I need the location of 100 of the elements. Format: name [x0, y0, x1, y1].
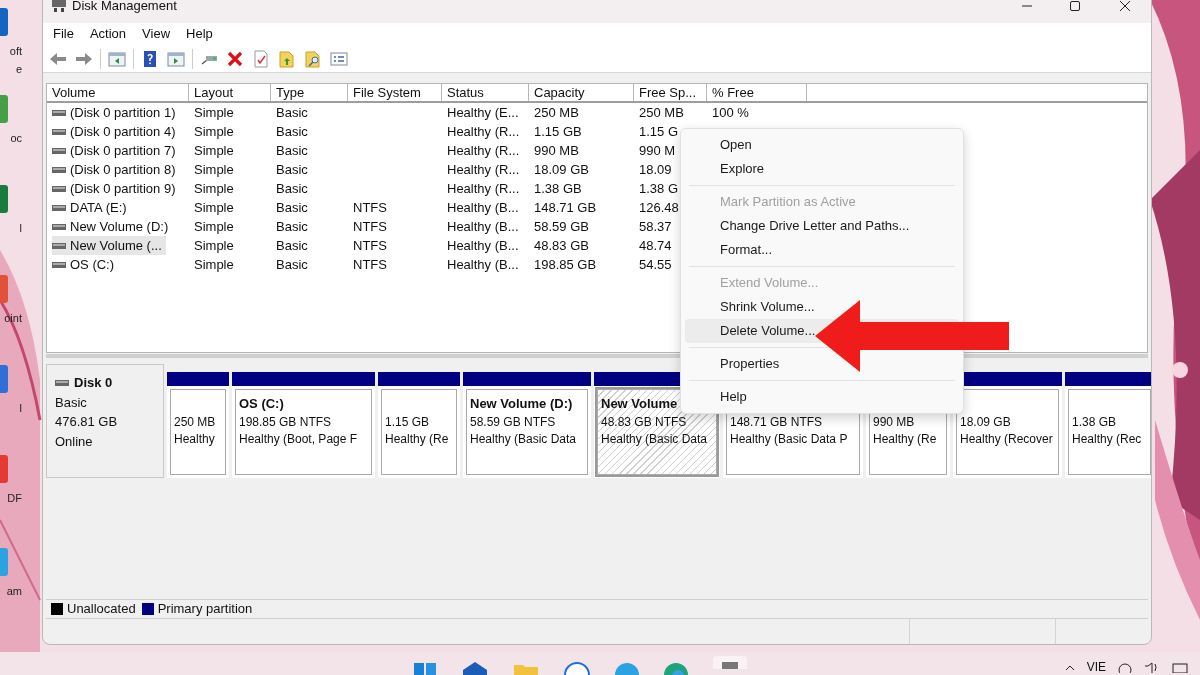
partition-size: 48.83 GB NTFS: [601, 414, 687, 431]
start-icon[interactable]: [413, 662, 437, 675]
disk-name: Disk 0: [74, 374, 113, 392]
drive-icon: [52, 242, 66, 249]
partition-block[interactable]: 18.09 GB Healthy (Recover: [953, 372, 1062, 478]
table-cell-text: NTFS: [353, 255, 387, 274]
table-cell-text: Healthy (R...: [447, 160, 520, 179]
partition-status: Healthy (Re: [873, 431, 937, 448]
table-cell-text: Simple: [194, 141, 234, 160]
drive-icon: [52, 166, 66, 173]
network-icon[interactable]: [1118, 661, 1132, 673]
menu-item[interactable]: Explore: [720, 159, 765, 179]
partition-status: Healthy (Boot, Page F: [239, 431, 358, 448]
partition-name: OS (C:): [239, 395, 284, 412]
table-cell-text: Healthy (B...: [447, 255, 519, 274]
desktop-icon-label: oc: [10, 131, 22, 146]
desktop-icon-label: oint: [4, 311, 22, 326]
partition-block[interactable]: 1.15 GB Healthy (Re: [378, 372, 460, 478]
table-cell-text: Basic: [276, 198, 308, 217]
column-header[interactable]: Type: [271, 84, 348, 101]
column-header[interactable]: Volume: [47, 84, 189, 101]
partition-name: New Volume (D:): [470, 395, 573, 412]
disk-management-icon: [721, 661, 739, 669]
table-cell-text: 58.59 GB: [534, 217, 589, 236]
partition-block[interactable]: 250 MB Healthy: [167, 372, 229, 478]
checked-document-icon[interactable]: [251, 48, 271, 69]
column-header[interactable]: Free Sp...: [634, 84, 707, 101]
menu-bar-item[interactable]: Action: [81, 23, 135, 45]
partition-name: New Volume: [601, 395, 678, 412]
drive-icon: [52, 204, 66, 211]
table-cell-text: Basic: [276, 179, 308, 198]
volume-name[interactable]: (Disk 0 partition 8): [52, 159, 180, 180]
drive-icon: [52, 109, 66, 116]
menu-item[interactable]: Help: [720, 387, 747, 407]
desktop-icon-label: DF: [7, 491, 22, 506]
partition-status: Healthy (Re: [385, 431, 449, 448]
partition-size: 990 MB: [873, 414, 915, 431]
column-header[interactable]: File System: [348, 84, 442, 101]
language-indicator[interactable]: VIE: [1086, 660, 1106, 674]
column-header[interactable]: Capacity: [529, 84, 634, 101]
volume-name[interactable]: DATA (E:): [52, 197, 131, 218]
table-cell-text: Basic: [276, 141, 308, 160]
taskbar-app-button[interactable]: [713, 656, 747, 669]
folder-search-icon[interactable]: [303, 48, 323, 69]
disk-status: Online: [55, 432, 94, 451]
partition-block[interactable]: OS (C:) 198.85 GB NTFS Healthy (Boot, Page F: [232, 372, 375, 478]
disk-info-panel[interactable]: Disk 0 Basic 476.81 GB Online: [46, 364, 164, 478]
table-cell-text: Healthy (R...: [447, 122, 520, 141]
menu-item[interactable]: Open: [720, 135, 752, 155]
column-header[interactable]: % Free: [707, 84, 807, 101]
battery-icon[interactable]: [1172, 661, 1190, 673]
column-header[interactable]: Layout: [189, 84, 271, 101]
disk-type: Basic: [55, 393, 88, 412]
table-cell-text: Basic: [276, 160, 308, 179]
table-cell-text: Healthy (R...: [447, 179, 520, 198]
menu-bar-item[interactable]: View: [134, 23, 179, 45]
volume-name[interactable]: OS (C:): [52, 254, 119, 275]
disk-size: 476.81 GB: [55, 413, 119, 431]
menu-item[interactable]: Change Drive Letter and Paths...: [720, 216, 910, 236]
partition-size: 58.59 GB NTFS: [470, 414, 556, 431]
menu-item[interactable]: Format...: [720, 240, 772, 260]
table-cell-text: Basic: [276, 122, 308, 141]
folder-up-icon[interactable]: [277, 48, 297, 69]
volume-name[interactable]: (Disk 0 partition 9): [52, 178, 180, 199]
drive-icon: [52, 223, 66, 230]
partition-status: Healthy (Basic Data P: [730, 431, 848, 448]
maximize-icon: [1070, 1, 1080, 11]
partition-block[interactable]: 1.38 GB Healthy (Rec: [1065, 372, 1151, 478]
speaker-icon[interactable]: [1144, 661, 1160, 673]
chat-icon[interactable]: [564, 662, 590, 675]
menu-bar-item[interactable]: Help: [178, 23, 221, 45]
partition-size: 1.38 GB: [1072, 414, 1117, 431]
mail-icon[interactable]: [462, 662, 488, 675]
table-cell-text: 48.83 GB: [534, 236, 589, 255]
partition-header-bar: [167, 372, 229, 386]
menu-item[interactable]: Shrink Volume...: [720, 297, 815, 317]
volume-name[interactable]: New Volume (D:): [52, 216, 173, 237]
table-cell-text: Healthy (R...: [447, 141, 520, 160]
column-header[interactable]: Status: [442, 84, 529, 101]
app-icon[interactable]: [0, 185, 8, 213]
menu-item[interactable]: Delete Volume...: [720, 321, 816, 341]
chevron-up-icon[interactable]: [1064, 664, 1075, 670]
table-cell-text: Healthy (B...: [447, 236, 519, 255]
table-cell-text: 198.85 GB: [534, 255, 597, 274]
table-cell-text: 250 MB: [639, 103, 684, 122]
table-cell-text: 48.74: [639, 236, 672, 255]
volume-name[interactable]: (Disk 0 partition 1): [52, 102, 180, 123]
app-icon[interactable]: [0, 8, 8, 36]
table-cell-text: Basic: [276, 236, 308, 255]
browser-icon[interactable]: [664, 662, 688, 675]
table-cell-text: Simple: [194, 179, 234, 198]
volume-name[interactable]: New Volume (...: [52, 235, 166, 256]
menu-bar-item[interactable]: File: [45, 23, 82, 45]
menu-item[interactable]: Properties: [720, 354, 780, 374]
paper-plane-icon[interactable]: [615, 662, 639, 675]
drive-icon: [52, 147, 66, 154]
partition-block[interactable]: New Volume (D:) 58.59 GB NTFS Healthy (Basic Data: [463, 372, 591, 478]
volume-name[interactable]: (Disk 0 partition 4): [52, 121, 180, 142]
drive-icon: [52, 185, 66, 192]
volume-name[interactable]: (Disk 0 partition 7): [52, 140, 180, 161]
